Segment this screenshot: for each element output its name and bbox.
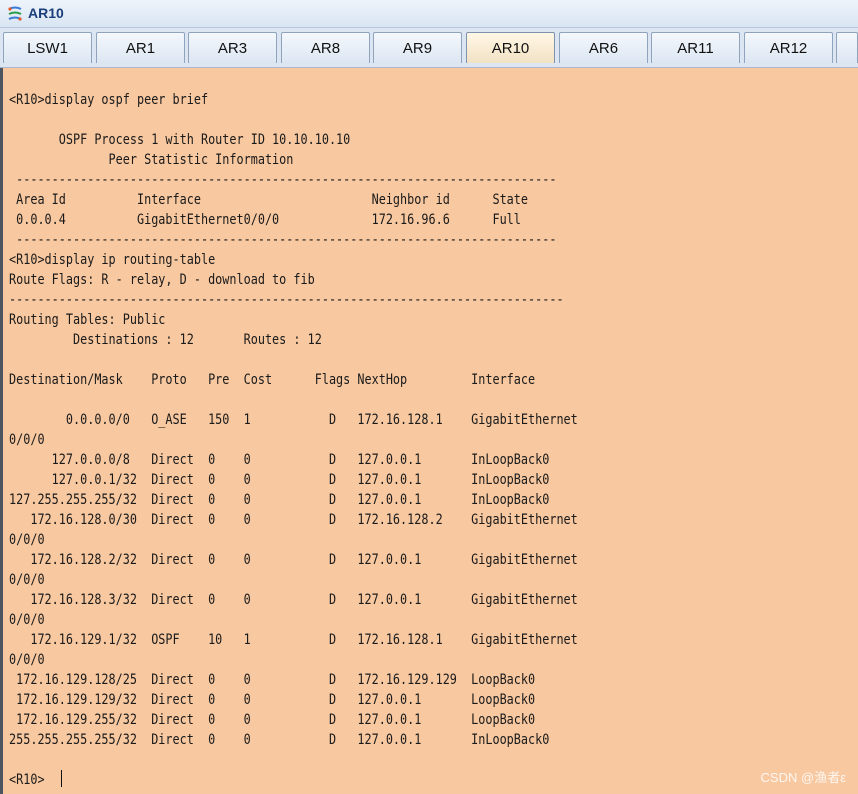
console-line: <R10>display ip routing-table [9, 252, 216, 268]
tab-ar3[interactable]: AR3 [188, 32, 277, 63]
terminal-console[interactable]: <R10>display ospf peer brief OSPF Proces… [0, 68, 858, 794]
console-line: 172.16.129.128/25 Direct 0 0 D 172.16.12… [9, 672, 536, 688]
console-line: 0/0/0 [9, 612, 45, 628]
console-line: 172.16.128.3/32 Direct 0 0 D 127.0.0.1 G… [9, 592, 578, 608]
console-line: 172.16.128.2/32 Direct 0 0 D 127.0.0.1 G… [9, 552, 578, 568]
tab-lsw1[interactable]: LSW1 [3, 32, 92, 63]
tab-ar10[interactable]: AR10 [466, 32, 555, 63]
console-prompt: <R10> [9, 772, 45, 788]
tab-ar1[interactable]: AR1 [96, 32, 185, 63]
console-line: 0.0.0.0/0 O_ASE 150 1 D 172.16.128.1 Gig… [9, 412, 578, 428]
watermark: CSDN @渔者ε [760, 770, 846, 785]
tab-ar12[interactable]: AR12 [744, 32, 833, 63]
console-line: ----------------------------------------… [9, 292, 564, 308]
title-bar: AR10 [0, 0, 858, 28]
window-title: AR10 [28, 5, 64, 21]
console-line: Routing Tables: Public [9, 312, 166, 328]
tab-overflow[interactable] [836, 32, 858, 63]
tab-ar11[interactable]: AR11 [651, 32, 740, 63]
tab-ar9[interactable]: AR9 [373, 32, 462, 63]
console-line: OSPF Process 1 with Router ID 10.10.10.1… [9, 132, 351, 148]
console-line: 0.0.0.4 GigabitEthernet0/0/0 172.16.96.6… [9, 212, 521, 228]
text-cursor [61, 770, 62, 787]
console-line: 255.255.255.255/32 Direct 0 0 D 127.0.0.… [9, 732, 550, 748]
console-line: 127.0.0.0/8 Direct 0 0 D 127.0.0.1 InLoo… [9, 452, 550, 468]
device-tab-bar: LSW1 AR1 AR3 AR8 AR9 AR10 AR6 AR11 AR12 [0, 28, 858, 68]
console-line: 127.255.255.255/32 Direct 0 0 D 127.0.0.… [9, 492, 550, 508]
console-line: ----------------------------------------… [9, 172, 557, 188]
console-line: 0/0/0 [9, 572, 45, 588]
console-line: Destination/Mask Proto Pre Cost Flags Ne… [9, 372, 536, 388]
console-line: 172.16.128.0/30 Direct 0 0 D 172.16.128.… [9, 512, 578, 528]
console-line: Area Id Interface Neighbor id State [9, 192, 529, 208]
console-line: Peer Statistic Information [9, 152, 294, 168]
console-line: 172.16.129.255/32 Direct 0 0 D 127.0.0.1… [9, 712, 536, 728]
tab-ar8[interactable]: AR8 [281, 32, 370, 63]
console-line: 172.16.129.1/32 OSPF 10 1 D 172.16.128.1… [9, 632, 578, 648]
console-line: Route Flags: R - relay, D - download to … [9, 272, 315, 288]
console-line: 0/0/0 [9, 532, 45, 548]
router-app-icon [8, 6, 22, 21]
console-line: 172.16.129.129/32 Direct 0 0 D 127.0.0.1… [9, 692, 536, 708]
console-line: 127.0.0.1/32 Direct 0 0 D 127.0.0.1 InLo… [9, 472, 550, 488]
console-line: 0/0/0 [9, 432, 45, 448]
console-line: Destinations : 12 Routes : 12 [9, 332, 322, 348]
console-line: 0/0/0 [9, 652, 45, 668]
console-line: <R10>display ospf peer brief [9, 92, 209, 108]
tab-ar6[interactable]: AR6 [559, 32, 648, 63]
console-line: ----------------------------------------… [9, 232, 557, 248]
